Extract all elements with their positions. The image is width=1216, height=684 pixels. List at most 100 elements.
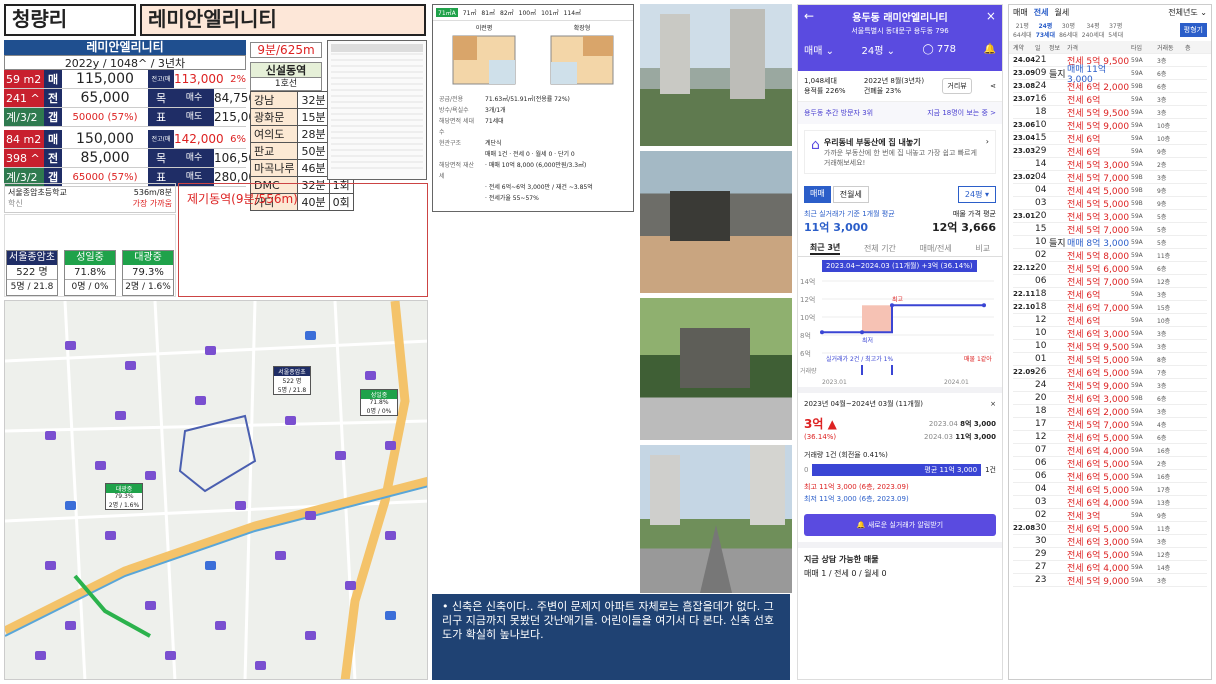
floorplan-tab[interactable]: 71㎡A [436, 8, 458, 17]
tx-tab[interactable]: 매매 [1013, 7, 1028, 18]
tx-header-cell: 계약 [1013, 44, 1025, 52]
alert-button[interactable]: 🔔 새로운 실거래가 알림받기 [804, 514, 996, 536]
price-chart: 2023.04~2024.03 (11개월) +3억 (36.14%) 14억 1… [798, 257, 1002, 387]
map-pin-icon[interactable] [205, 561, 216, 570]
tx-size-tab[interactable]: 21평 64세대 [1013, 21, 1032, 39]
map-pin-icon[interactable] [165, 651, 176, 660]
map-pin-icon[interactable] [105, 531, 116, 540]
map-pin-icon[interactable] [205, 346, 216, 355]
size-dropdown[interactable]: 24평 ▾ [957, 186, 996, 203]
tx-cell: 매매 8억 3,000 [1067, 238, 1130, 249]
back-arrow-icon[interactable]: ← [804, 9, 814, 23]
map-pin-icon[interactable] [65, 501, 76, 510]
tx-row: 22.11 18 전세 6억 59A 3층 [1013, 288, 1207, 301]
map-pin-icon[interactable] [335, 451, 346, 460]
tab-rent[interactable]: 전월세 [832, 186, 869, 203]
floorplan-tab[interactable]: 82㎡ [500, 8, 514, 17]
map-pin-icon[interactable] [95, 461, 106, 470]
school-sub: 학신 [8, 199, 23, 208]
bell-icon[interactable]: 🔔 [984, 44, 996, 55]
tx-cell: 12 [1035, 432, 1047, 442]
tx-size-tab[interactable]: 24평 73세대 [1036, 21, 1055, 39]
map-pin-icon[interactable] [285, 416, 296, 425]
floorplan-tab[interactable]: 71㎡ [463, 8, 477, 17]
ad-card[interactable]: ⌂ 우리동네 부동산에 집 내놓기 가까운 부동산에 한 번에 집 내놓고 가장 … [804, 130, 996, 174]
tx-row: 23.01 20 전세 5억 3,000 59A 5층 [1013, 210, 1207, 223]
map-pin-icon[interactable] [305, 631, 316, 640]
price-point[interactable] [820, 330, 824, 335]
map-pin-icon[interactable] [45, 431, 56, 440]
map-pin-icon[interactable] [65, 621, 76, 630]
map-canvas [5, 301, 427, 679]
photo-2 [640, 151, 792, 293]
station-cell: 46분 [297, 159, 330, 177]
floorplan-tab[interactable]: 101㎡ [541, 8, 558, 17]
tx-size-tab[interactable]: 34평 240세대 [1082, 21, 1105, 39]
map-pin-icon[interactable] [115, 411, 126, 420]
tab-sale[interactable]: 매매 [804, 186, 831, 203]
rank-link[interactable]: 지금 18명이 보는 중 > [927, 108, 996, 118]
map-pin-icon[interactable] [305, 331, 316, 340]
map-pin-icon[interactable] [145, 471, 156, 480]
period-tab[interactable]: 최근 3년 [809, 242, 841, 255]
tx-size-count: 5세대 [1108, 32, 1124, 39]
school-name: 서울종암초등학교 [8, 188, 67, 197]
map-pin-icon[interactable] [35, 651, 46, 660]
map-pin-icon[interactable] [255, 661, 266, 670]
tx-cell: 전세 6억 2,000 [1067, 82, 1130, 93]
map-pin-icon[interactable] [215, 621, 226, 630]
price-point[interactable] [982, 303, 986, 308]
tx-row: 10 들지 매매 8억 3,000 59A 5층 [1013, 236, 1207, 249]
size-select[interactable]: 24평 ⌄ [862, 42, 896, 57]
tx-cell: 10 [1035, 328, 1047, 338]
tx-tab[interactable]: 전세 [1034, 7, 1049, 18]
map-pin-icon[interactable] [385, 531, 396, 540]
comment-button[interactable]: ◯ 778 [923, 44, 956, 55]
map-pin-icon[interactable] [45, 561, 56, 570]
school-line: 서울종암초등학교 536m/8분 학신 가장 가까움 [4, 183, 176, 213]
tx-cell: 06 [1035, 276, 1047, 286]
tx-cell: 전세 6억 [1067, 290, 1101, 301]
tx-row: 12 전세 6억 59A 10층 [1013, 314, 1207, 327]
tx-tab[interactable]: 월세 [1054, 7, 1069, 18]
map-pin-icon[interactable] [275, 551, 286, 560]
tx-cell: 16층 [1157, 473, 1171, 481]
price-point[interactable] [890, 303, 894, 308]
period-tab[interactable]: 전체 기간 [864, 243, 896, 254]
map-pin-icon[interactable] [235, 501, 246, 510]
size-filter-button[interactable]: 평형기 [1179, 23, 1207, 37]
period-tab[interactable]: 비교 [975, 243, 990, 254]
station-cell: 마곡나루 [249, 159, 299, 177]
tx-size-tab[interactable]: 30평 86세대 [1059, 21, 1078, 39]
price-point[interactable] [860, 330, 864, 335]
tx-cell: 22.11 [1013, 290, 1036, 298]
map-pin-icon[interactable] [365, 371, 376, 380]
map-pin-icon[interactable] [195, 396, 206, 405]
period-tab[interactable]: 매매/전세 [920, 243, 952, 254]
map-pin-icon[interactable] [145, 601, 156, 610]
tx-cell: 59A [1131, 212, 1143, 220]
tx-cell: 11층 [1157, 252, 1171, 260]
close-period-icon[interactable]: × [990, 400, 996, 408]
map-pin-icon[interactable] [385, 441, 396, 450]
floorplan-tab[interactable]: 81㎡ [481, 8, 495, 17]
map[interactable]: 서울종암초 522 명 5명 / 21.8 성일중 71.8% 0명 / 0% 대광중 79.… [4, 300, 428, 680]
map-pin-icon[interactable] [305, 511, 316, 520]
school-dist: 536m/8분 [133, 188, 172, 197]
info-c2: 매 [44, 130, 62, 148]
chart-legend: 매물 1같아 [964, 355, 992, 363]
share-icon[interactable]: ⋖ [990, 82, 996, 90]
year-dropdown[interactable]: 전체년도 ⌄ [1168, 7, 1207, 18]
spec-key: 현관구조 [439, 140, 462, 147]
trade-select[interactable]: 매매 ⌄ [804, 42, 834, 57]
close-icon[interactable]: × [986, 9, 996, 23]
floorplan-tab[interactable]: 100㎡ [519, 8, 536, 17]
map-pin-icon[interactable] [385, 611, 396, 620]
street-view-button[interactable]: 거리뷰 [942, 78, 972, 94]
map-pin-icon[interactable] [65, 341, 76, 350]
map-pin-icon[interactable] [125, 361, 136, 370]
tx-cell: 59A [1131, 381, 1143, 389]
floorplan-tab[interactable]: 114㎡ [564, 8, 581, 17]
map-pin-icon[interactable] [345, 581, 356, 590]
tx-size-tab[interactable]: 37평 5세대 [1108, 21, 1123, 39]
